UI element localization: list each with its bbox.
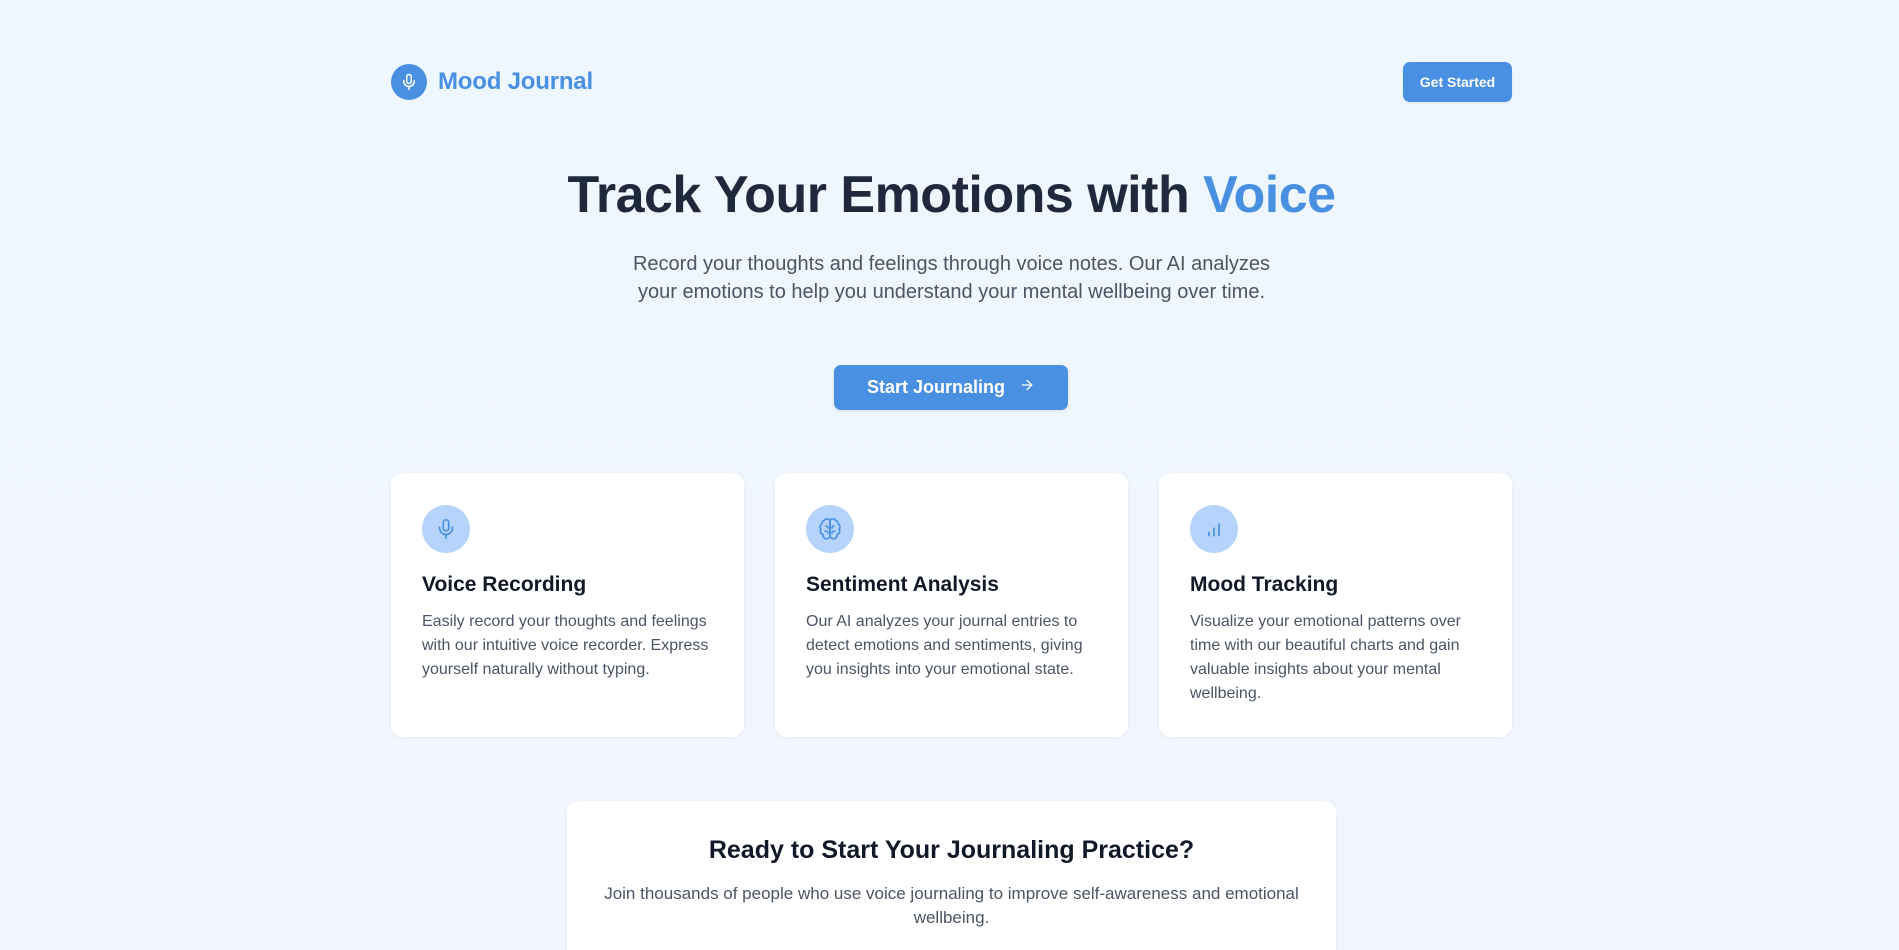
- get-started-button[interactable]: Get Started: [1403, 62, 1512, 102]
- feature-card-voice-recording: Voice Recording Easily record your thoug…: [391, 473, 744, 737]
- feature-title: Sentiment Analysis: [806, 573, 999, 596]
- header: Mood Journal Get Started: [391, 62, 1512, 102]
- start-journaling-label: Start Journaling: [866, 377, 1005, 397]
- feature-card-sentiment-analysis: Sentiment Analysis Our AI analyzes your …: [775, 473, 1128, 737]
- feature-text: Easily record your thoughts and feelings…: [422, 613, 709, 678]
- start-journaling-button[interactable]: Start Journaling: [834, 365, 1068, 410]
- logo-text: Mood Journal: [438, 68, 593, 95]
- page-container: Mood Journal Get Started Track Your Emot…: [391, 0, 1512, 950]
- bar-chart-icon: [1190, 505, 1238, 553]
- ready-text: Join thousands of people who use voice j…: [604, 884, 1299, 927]
- hero-title: Track Your Emotions with Voice: [391, 162, 1512, 228]
- microphone-icon: [391, 64, 427, 100]
- microphone-icon: [422, 505, 470, 553]
- logo[interactable]: Mood Journal: [391, 64, 593, 100]
- hero-title-accent: Voice: [1203, 166, 1336, 224]
- arrow-right-icon: [1019, 377, 1035, 398]
- hero-title-prefix: Track Your Emotions with: [567, 166, 1190, 224]
- ready-title: Ready to Start Your Journaling Practice?: [708, 836, 1195, 864]
- feature-title: Mood Tracking: [1190, 573, 1339, 596]
- hero-subtitle: Record your thoughts and feelings throug…: [632, 253, 1271, 303]
- brain-icon: [806, 505, 854, 553]
- ready-section: Ready to Start Your Journaling Practice?…: [567, 801, 1336, 950]
- feature-card-mood-tracking: Mood Tracking Visualize your emotional p…: [1159, 473, 1512, 737]
- feature-text: Our AI analyzes your journal entries to …: [806, 613, 1083, 678]
- feature-text: Visualize your emotional patterns over t…: [1190, 613, 1461, 702]
- feature-title: Voice Recording: [422, 573, 587, 596]
